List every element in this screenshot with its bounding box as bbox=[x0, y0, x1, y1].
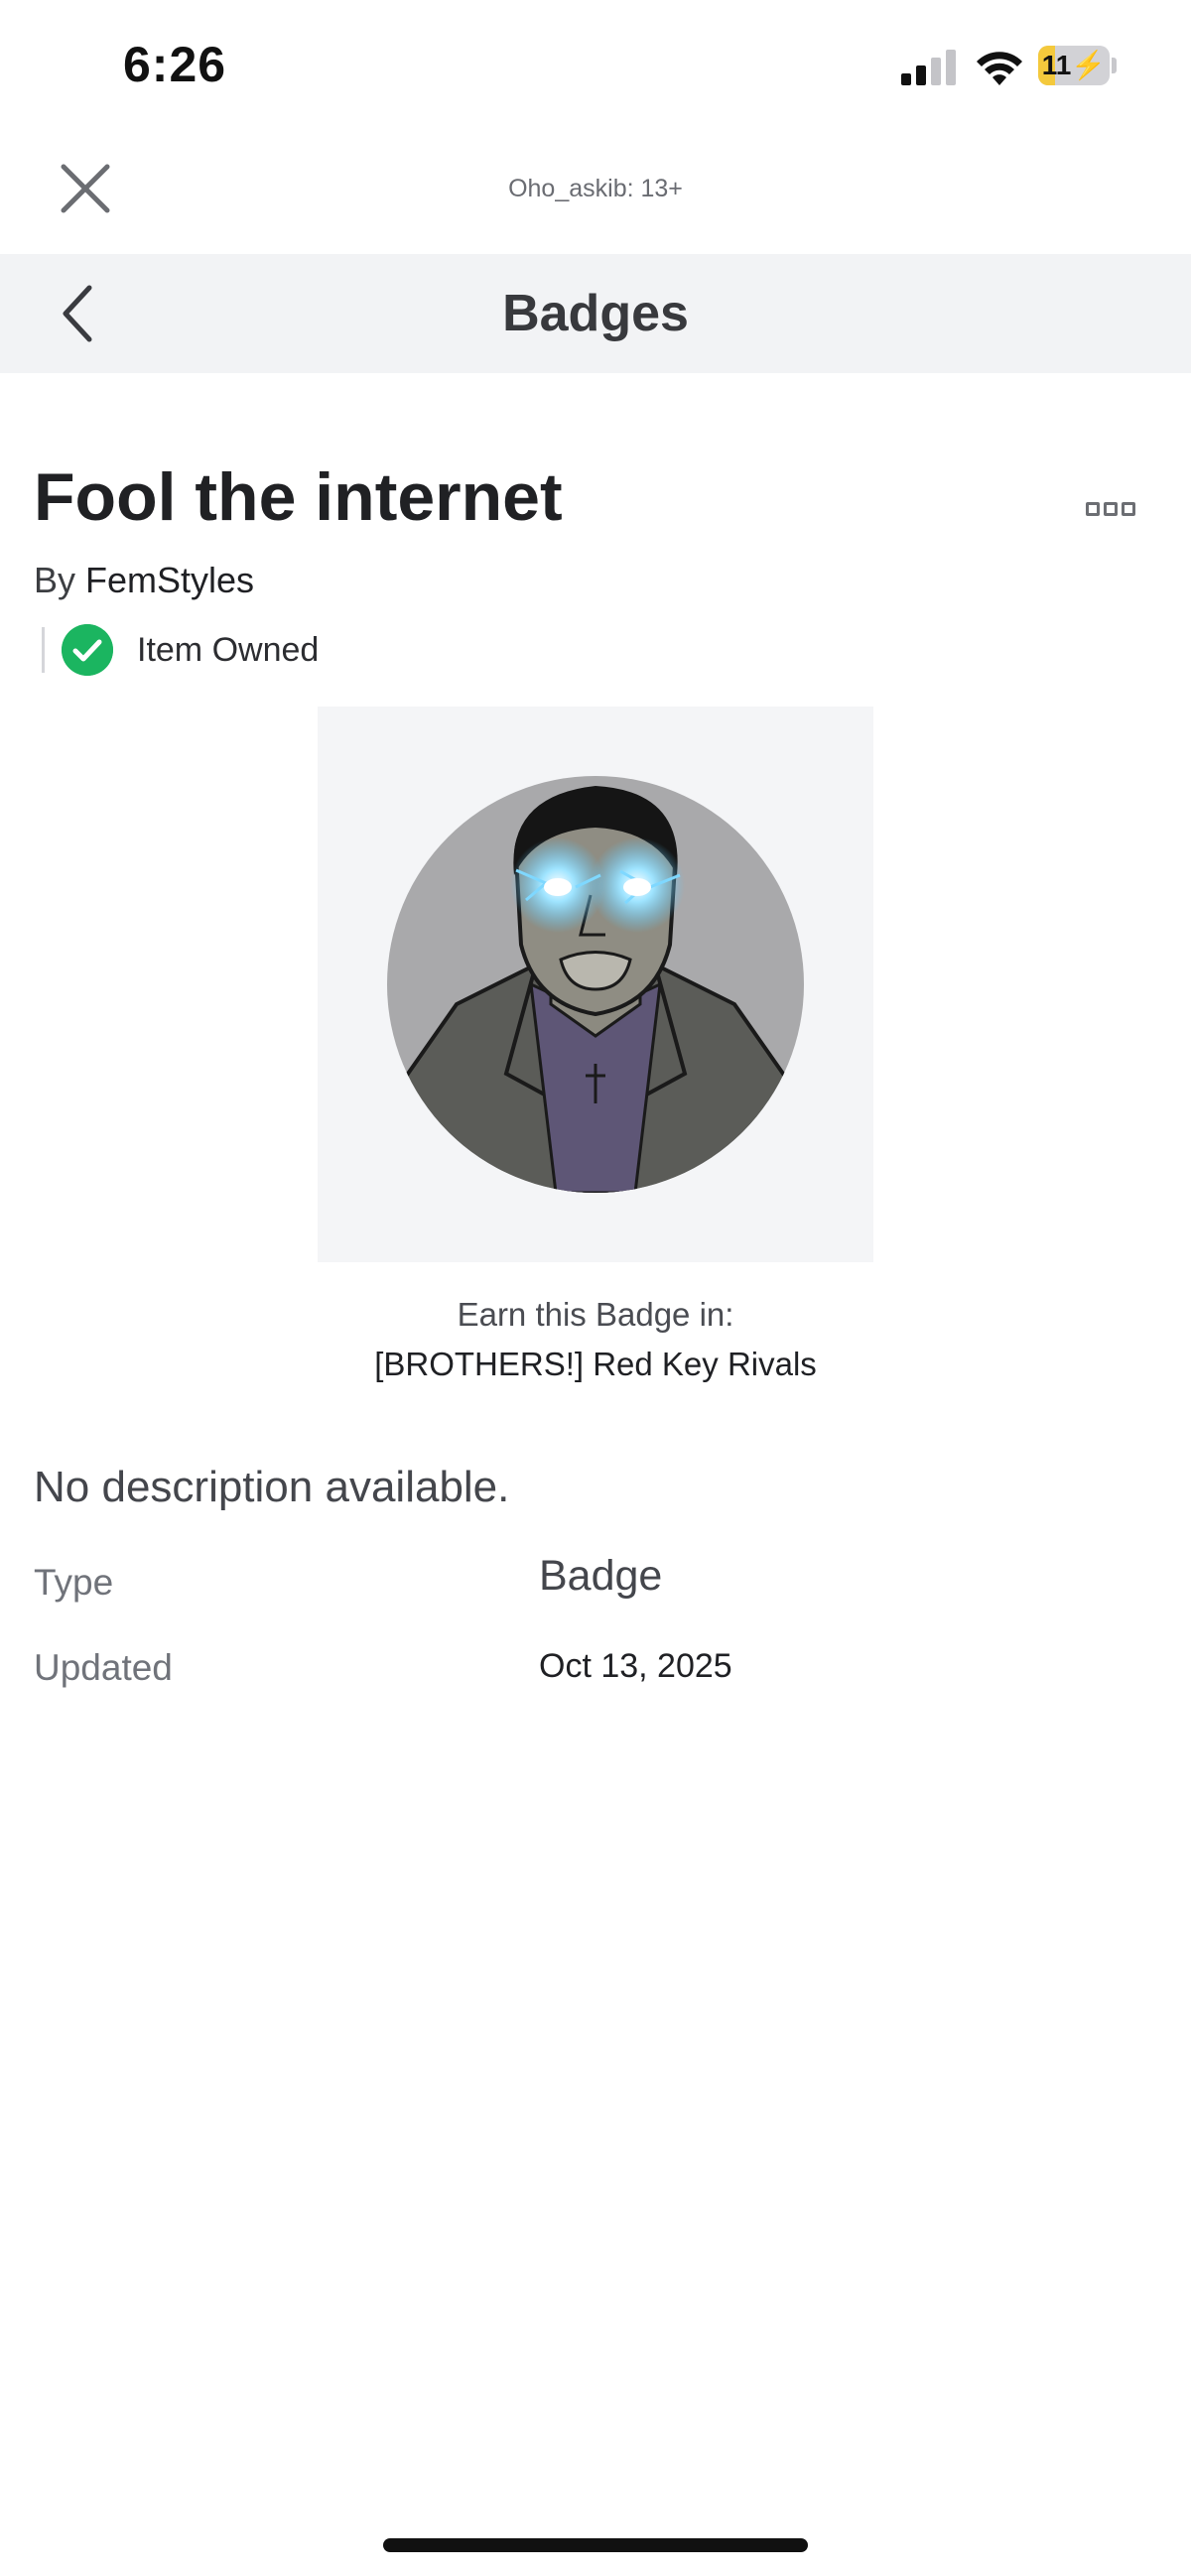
item-title: Fool the internet bbox=[34, 459, 563, 535]
account-label: Oho_askib: 13+ bbox=[508, 175, 683, 202]
updated-value: Oct 13, 2025 bbox=[539, 1647, 732, 1685]
creator-line: By FemStyles bbox=[34, 560, 254, 601]
game-link[interactable]: [BROTHERS!] Red Key Rivals bbox=[0, 1346, 1191, 1383]
badge-thumbnail bbox=[387, 776, 804, 1193]
more-options-button[interactable] bbox=[1086, 500, 1145, 530]
type-label: Type bbox=[34, 1562, 114, 1603]
badge-detail-page: 6:26 11⚡ Oho_askib: 13+ Badges Fool the … bbox=[0, 0, 1191, 2576]
wifi-icon bbox=[977, 52, 1022, 85]
signal-icon bbox=[901, 50, 956, 85]
page-title: Badges bbox=[502, 285, 689, 342]
earn-label: Earn this Badge in: bbox=[457, 1296, 734, 1333]
more-options-icon bbox=[1086, 501, 1100, 516]
owned-divider bbox=[42, 627, 45, 673]
badge-image bbox=[318, 707, 873, 1262]
battery-charging-icon: 11⚡ bbox=[1038, 46, 1110, 85]
updated-label: Updated bbox=[34, 1647, 173, 1688]
creator-link[interactable]: FemStyles bbox=[85, 560, 254, 600]
home-indicator[interactable] bbox=[383, 2538, 808, 2552]
status-time: 6:26 bbox=[123, 37, 227, 92]
battery-nub bbox=[1112, 58, 1117, 73]
owned-label: Item Owned bbox=[137, 631, 320, 669]
more-options-icon bbox=[1104, 501, 1118, 516]
battery-level-text: 11⚡ bbox=[1041, 50, 1107, 80]
type-value: Badge bbox=[539, 1552, 663, 1600]
status-bar: 6:26 11⚡ bbox=[0, 0, 1191, 129]
check-circle-icon bbox=[62, 624, 113, 676]
header-bar: Badges bbox=[0, 254, 1191, 373]
item-description: No description available. bbox=[34, 1463, 510, 1511]
by-prefix: By bbox=[34, 560, 86, 600]
more-options-icon bbox=[1122, 501, 1135, 516]
